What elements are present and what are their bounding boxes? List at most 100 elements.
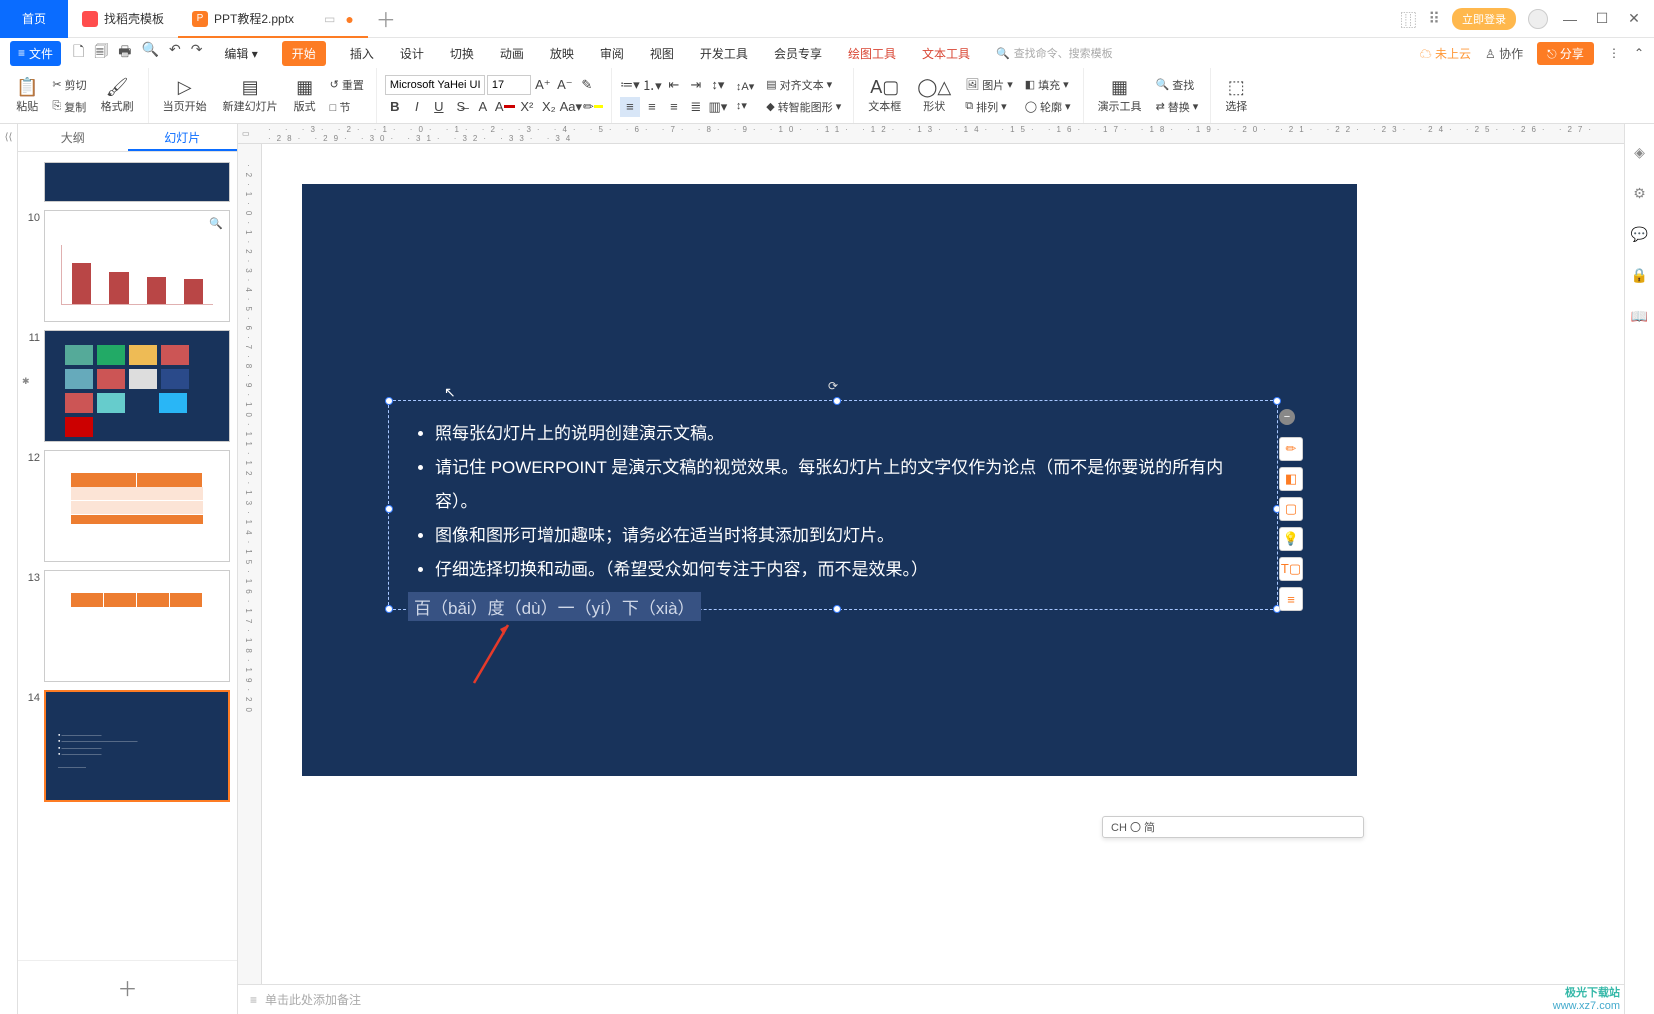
rotate-handle[interactable]: ⟳ (828, 379, 838, 389)
thumb-12[interactable] (44, 450, 230, 562)
layout-icon[interactable]: ⿲ (1400, 7, 1416, 31)
convert-smartart[interactable]: ◆ 转智能图形▾ (762, 97, 845, 117)
tab-start[interactable]: 开始 (282, 41, 326, 66)
rt-settings-icon[interactable]: ⚙ (1633, 185, 1646, 202)
tool-pen[interactable]: ✏ (1279, 437, 1303, 461)
collapse-ribbon[interactable]: ⌃ (1634, 46, 1644, 60)
tool-align[interactable]: ≡ (1279, 587, 1303, 611)
distribute-rows[interactable]: ↕▾ (732, 97, 758, 114)
replace-button[interactable]: ⇄ 替换▾ (1152, 97, 1203, 117)
bold-button[interactable]: B (385, 97, 405, 117)
redo-icon[interactable]: ↷ (191, 41, 203, 65)
pres-tools[interactable]: ▦演示工具 (1092, 75, 1148, 116)
picture-button[interactable]: 🖼 图片▾ (961, 75, 1017, 95)
arrange-button[interactable]: ⧉ 排列▾ (961, 97, 1017, 117)
close-button[interactable]: ✕ (1624, 10, 1644, 27)
change-case[interactable]: Aa▾ (561, 97, 581, 117)
outline-button[interactable]: ◯ 轮廓▾ (1021, 97, 1075, 117)
handle-ml[interactable] (385, 505, 393, 513)
italic-button[interactable]: I (407, 97, 427, 117)
search-box[interactable]: 🔍 查找命令、搜索模板 (996, 45, 1113, 61)
add-slide-button[interactable]: ＋ (18, 960, 237, 1014)
underline-button[interactable]: U (429, 97, 449, 117)
rt-chat-icon[interactable]: 💬 (1631, 226, 1648, 243)
font-size-select[interactable] (487, 75, 531, 95)
columns-button[interactable]: ▥▾ (708, 97, 728, 117)
tab-home[interactable]: 首页 (0, 0, 68, 38)
saveas-icon[interactable]: 🗐 (94, 41, 108, 65)
new-slide[interactable]: ▤新建幻灯片 (217, 75, 284, 116)
panel-tab-slides[interactable]: 幻灯片 (128, 124, 238, 151)
tab-animation[interactable]: 动画 (498, 41, 526, 66)
tab-edit[interactable]: 编辑 ▾ (222, 41, 259, 66)
paste-button[interactable]: 📋粘贴 (10, 75, 44, 116)
tab-docer[interactable]: 找稻壳模板 (68, 0, 178, 38)
tab-slideshow[interactable]: 放映 (548, 41, 576, 66)
font-color[interactable]: A (495, 97, 515, 117)
notes-placeholder[interactable]: 单击此处添加备注 (265, 991, 361, 1008)
slide-14[interactable]: ↖ ⟳ 照每张幻灯片上的说明创建演示文稿。 (302, 184, 1357, 776)
shadow-button[interactable]: A (473, 97, 493, 117)
numbering-button[interactable]: ⒈▾ (642, 75, 662, 95)
tab-transition[interactable]: 切换 (448, 41, 476, 66)
vertical-ruler[interactable]: ·2·1·0·1·2·3·4·5·6·7·8·9·10·11·12·13·14·… (238, 144, 262, 984)
collapse-selection[interactable]: − (1279, 409, 1295, 425)
tab-design[interactable]: 设计 (398, 41, 426, 66)
from-current[interactable]: ▷当页开始 (157, 75, 213, 116)
reset-button[interactable]: ↺ 重置 (326, 75, 368, 95)
horizontal-ruler[interactable]: ▭ · · ·3· ·2· ·1· ·0· ·1· ·2· ·3· ·4· ·5… (238, 124, 1624, 144)
handle-bc[interactable] (833, 605, 841, 613)
file-menu[interactable]: ≡ 文件 (10, 41, 61, 66)
align-left[interactable]: ≡ (620, 97, 640, 117)
ime-indicator[interactable]: CH 〇 简 (1102, 816, 1364, 838)
align-justify[interactable]: ≣ (686, 97, 706, 117)
notes-bar[interactable]: ≡ 单击此处添加备注 极光下载站 www.xz7.com (238, 984, 1624, 1014)
bullet-3[interactable]: 图像和图形可增加趣味；请务必在适当时将其添加到幻灯片。 (435, 519, 1249, 553)
tab-document[interactable]: P PPT教程2.pptx ▭ ● (178, 0, 368, 38)
tab-insert[interactable]: 插入 (348, 41, 376, 66)
highlight-color[interactable]: ✏ (583, 97, 603, 117)
share-button[interactable]: ⎋ 分享 (1537, 42, 1594, 65)
subscript[interactable]: X₂ (539, 97, 559, 117)
maximize-button[interactable]: ☐ (1592, 10, 1612, 27)
rt-diamond-icon[interactable]: ◈ (1634, 144, 1645, 161)
format-painter[interactable]: 🖌格式刷 (95, 75, 140, 116)
bullet-list[interactable]: 照每张幻灯片上的说明创建演示文稿。 请记住 POWERPOINT 是演示文稿的视… (389, 401, 1277, 603)
bullets-button[interactable]: ≔▾ (620, 75, 640, 95)
tool-idea[interactable]: 💡 (1279, 527, 1303, 551)
fill-button[interactable]: ◧ 填充▾ (1021, 75, 1075, 95)
align-text[interactable]: ▤ 对齐文本▾ (762, 75, 845, 95)
cloud-sync[interactable]: ☁ 未上云 (1420, 45, 1471, 62)
rt-book-icon[interactable]: 📖 (1631, 308, 1648, 325)
tab-drawtool[interactable]: 绘图工具 (846, 41, 898, 66)
section-button[interactable]: □ 节 (326, 97, 368, 117)
strike-button[interactable]: S̶ (451, 97, 471, 117)
font-family-select[interactable] (385, 75, 485, 95)
collab-button[interactable]: ♙ 协作 (1485, 45, 1523, 62)
slide-canvas[interactable]: ↖ ⟳ 照每张幻灯片上的说明创建演示文稿。 (262, 144, 1624, 984)
bullet-4[interactable]: 仔细选择切换和动画。（希望受众如何专注于内容，而不是效果。） (435, 553, 1249, 587)
thumb-9[interactable] (44, 162, 230, 202)
tab-close[interactable]: ● (345, 11, 353, 27)
line-spacing[interactable]: ↕▾ (708, 75, 728, 95)
tab-menu-icon[interactable]: ▭ (324, 12, 335, 26)
rt-lock-icon[interactable]: 🔒 (1631, 267, 1648, 284)
select-button[interactable]: ⬚选择 (1219, 75, 1253, 116)
superscript[interactable]: X² (517, 97, 537, 117)
textbox-button[interactable]: A▢文本框 (862, 75, 907, 116)
handle-tr[interactable] (1273, 397, 1281, 405)
panel-collapse[interactable]: ⟨⟨ (0, 124, 18, 1014)
shape-button[interactable]: ◯△形状 (911, 75, 957, 116)
more-menu[interactable]: ⋮ (1608, 46, 1620, 60)
tool-box[interactable]: ▢ (1279, 497, 1303, 521)
tool-fill[interactable]: ◧ (1279, 467, 1303, 491)
handle-tc[interactable] (833, 397, 841, 405)
thumb-11[interactable] (44, 330, 230, 442)
panel-tab-outline[interactable]: 大纲 (18, 124, 128, 151)
bullet-2[interactable]: 请记住 POWERPOINT 是演示文稿的视觉效果。每张幻灯片上的文字仅作为论点… (435, 451, 1249, 519)
tab-dev[interactable]: 开发工具 (698, 41, 750, 66)
thumb-10[interactable]: 🔍 (44, 210, 230, 322)
handle-tl[interactable] (385, 397, 393, 405)
tool-text[interactable]: T▢ (1279, 557, 1303, 581)
shrink-font[interactable]: A⁻ (555, 75, 575, 95)
